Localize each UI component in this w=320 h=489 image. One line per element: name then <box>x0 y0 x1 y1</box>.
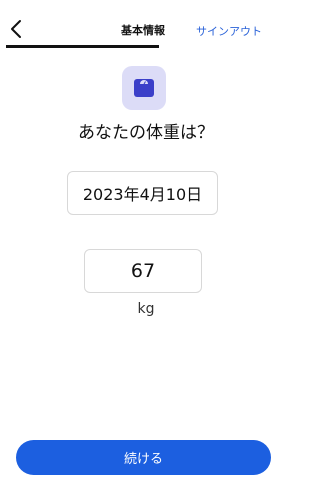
scale-icon <box>134 79 154 97</box>
header: 基本情報 サインアウト <box>0 0 292 48</box>
date-field[interactable]: 2023年4月10日 <box>67 171 218 215</box>
progress-indicator <box>6 45 159 48</box>
back-button[interactable] <box>6 18 28 40</box>
continue-button[interactable]: 続ける <box>16 440 271 475</box>
question-text: あなたの体重は？ <box>78 123 214 143</box>
page-title: 基本情報 <box>121 24 165 37</box>
signout-link[interactable]: サインアウト <box>196 23 262 39</box>
question-icon-container <box>122 66 166 110</box>
weight-unit-label: kg <box>137 301 155 317</box>
chevron-left-icon <box>11 20 21 38</box>
weight-input[interactable]: 67 <box>84 249 202 293</box>
